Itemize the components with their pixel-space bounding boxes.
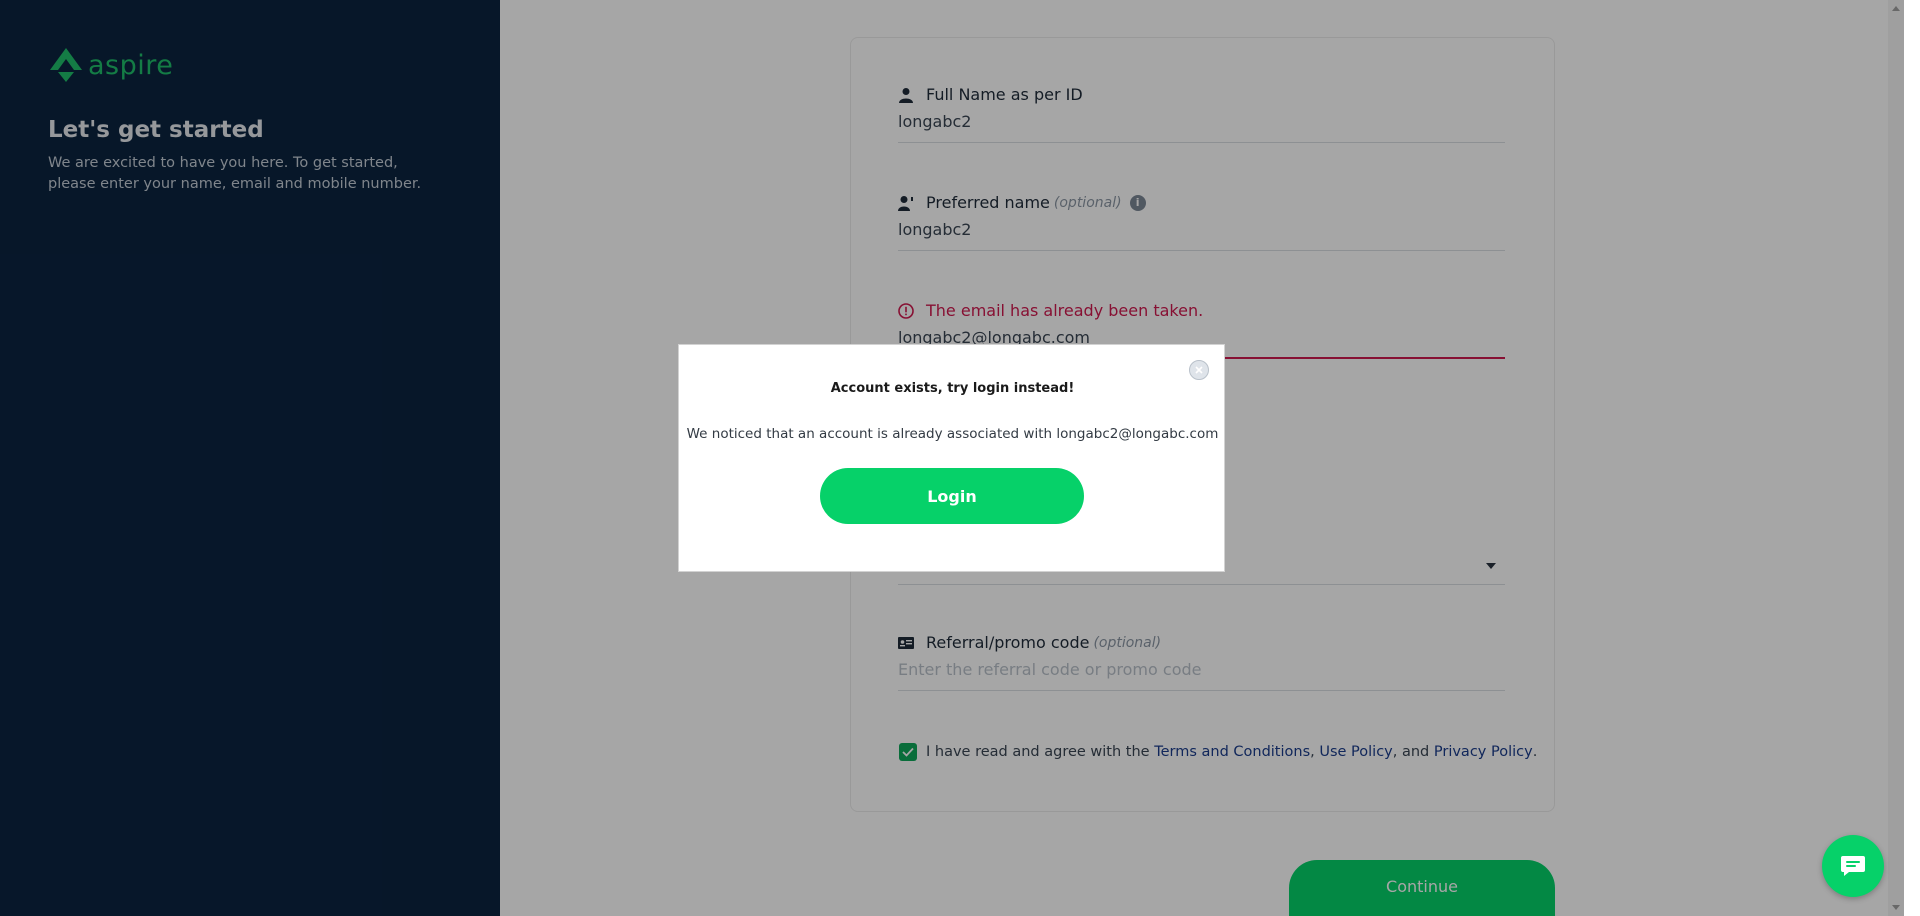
account-exists-dialog: Account exists, try login instead! We no…	[678, 344, 1225, 572]
login-button[interactable]: Login	[820, 468, 1084, 524]
chat-button[interactable]	[1822, 835, 1884, 897]
close-icon[interactable]	[1189, 360, 1209, 380]
dialog-message: We noticed that an account is already as…	[686, 426, 1219, 442]
chat-bubble-icon	[1841, 856, 1865, 876]
dialog-title: Account exists, try login instead!	[830, 381, 1075, 396]
